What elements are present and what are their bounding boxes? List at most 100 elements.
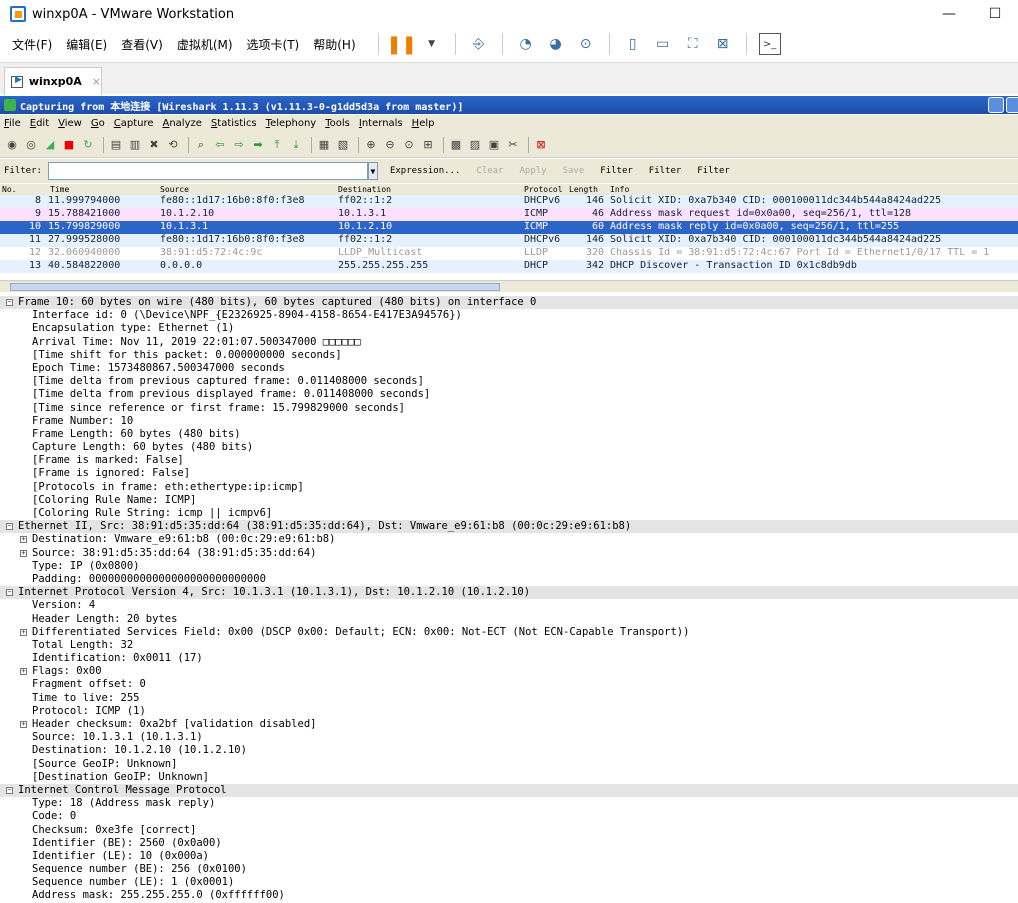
tree-field[interactable]: Capture Length: 60 bytes (480 bits) [0,441,1018,454]
menu-file[interactable]: 文件(F) [12,36,52,53]
tree-field[interactable]: + Differentiated Services Field: 0x00 (DS… [0,626,1018,639]
tree-field[interactable]: Encapsulation type: Ethernet (1) [0,322,1018,335]
collapse-icon[interactable]: − [6,786,13,794]
library-icon[interactable]: ▯ [622,33,644,55]
tree-field[interactable]: Protocol: ICMP (1) [0,705,1018,718]
horizontal-scrollbar[interactable] [0,280,1018,292]
go-to-packet-icon[interactable]: ➡ [250,137,266,153]
packet-row[interactable]: 10 15.799829000 10.1.3.1 10.1.2.10 ICMP 60 Add… [0,221,1018,234]
tree-field[interactable]: Padding: 0000000000000000000000000000 [0,573,1018,586]
tree-field[interactable]: Identifier (BE): 2560 (0x0a00) [0,837,1018,850]
tab-winxp0a[interactable]: winxp0A × [4,67,102,95]
tree-field[interactable]: Identifier (LE): 10 (0x000a) [0,850,1018,863]
tree-field[interactable]: [Source GeoIP: Unknown] [0,758,1018,771]
start-capture-icon[interactable]: ◢ [42,137,58,153]
menu-tabs[interactable]: 选项卡(T) [247,36,300,53]
tree-field[interactable]: Address mask: 255.255.255.0 (0xffffff00) [0,889,1018,902]
thumbnail-icon[interactable]: ▭ [652,33,674,55]
menu-statistics[interactable]: Statistics [211,118,257,129]
tree-field[interactable]: Identification: 0x0011 (17) [0,652,1018,665]
expand-icon[interactable]: + [20,549,27,557]
open-file-icon[interactable]: ▤ [108,137,124,153]
minimize-button[interactable] [988,97,1004,113]
scrollbar-thumb[interactable] [10,283,500,291]
expression-button[interactable]: Expression... [390,166,460,176]
tree-field[interactable]: Version: 4 [0,599,1018,612]
menu-analyze[interactable]: Analyze [163,118,202,129]
minimize-button[interactable]: — [926,0,972,28]
menu-view[interactable]: 查看(V) [121,36,163,53]
tree-field[interactable]: + Source: 38:91:d5:35:dd:64 (38:91:d5:35:… [0,547,1018,560]
tree-field[interactable]: Type: 18 (Address mask reply) [0,797,1018,810]
apply-button[interactable]: Apply [519,166,546,176]
close-file-icon[interactable]: ✖ [146,137,162,153]
collapse-icon[interactable]: − [6,589,13,597]
tree-field[interactable]: [Protocols in frame: eth:ethertype:ip:ic… [0,481,1018,494]
snapshot-icon[interactable]: ◔ [515,33,537,55]
find-packet-icon[interactable]: ⌕ [193,137,209,153]
preferences-icon[interactable]: ✂ [505,137,521,153]
tree-field[interactable]: [Coloring Rule Name: ICMP] [0,494,1018,507]
menu-vm[interactable]: 虚拟机(M) [177,36,233,53]
filter-button[interactable]: Filter [600,166,633,176]
packet-row[interactable]: 12 32.060940000 38:91:d5:72:4c:9c LLDP_Mult… [0,247,1018,260]
column-source[interactable]: Source [160,185,189,194]
tree-field[interactable]: Code: 0 [0,810,1018,823]
reload-icon[interactable]: ⟲ [165,137,181,153]
tree-section[interactable]: − Frame 10: 60 bytes on wire (480 bits), … [0,296,1018,310]
auto-scroll-icon[interactable]: ▧ [335,137,351,153]
restart-capture-icon[interactable]: ↻ [80,137,96,153]
tree-field[interactable]: Header Length: 20 bytes [0,613,1018,626]
tree-field[interactable]: Frame Number: 10 [0,415,1018,428]
column-protocol[interactable]: Protocol [524,185,563,194]
save-file-icon[interactable]: ▥ [127,137,143,153]
filter-button[interactable]: Filter [649,166,682,176]
menu-tools[interactable]: Tools [325,118,350,129]
menu-help[interactable]: 帮助(H) [313,36,355,53]
tree-field[interactable]: Fragment offset: 0 [0,678,1018,691]
tree-field[interactable]: Type: IP (0x0800) [0,560,1018,573]
colorize-icon[interactable]: ▦ [316,137,332,153]
maximize-button[interactable]: ☐ [972,0,1018,28]
expand-icon[interactable]: + [20,721,27,728]
packet-row[interactable]: 8 11.999794000 fe80::1d17:16b0:8f0:f3e8 ff0… [0,195,1018,208]
column-time[interactable]: Time [50,185,69,194]
menu-capture[interactable]: Capture [114,118,154,129]
filter-button[interactable]: Filter [697,166,730,176]
tree-field[interactable]: + Destination: Vmware_e9:61:b8 (00:0c:29:… [0,533,1018,546]
tree-field[interactable]: + Flags: 0x00 [0,665,1018,678]
help-icon[interactable]: ⊠ [533,137,549,153]
collapse-icon[interactable]: − [6,299,13,306]
menu-edit[interactable]: Edit [30,118,49,129]
tree-field[interactable]: [Time since reference or first frame: 15… [0,402,1018,415]
tree-field[interactable]: Checksum: 0xe3fe [correct] [0,824,1018,837]
column-no[interactable]: No. [2,185,16,194]
first-packet-icon[interactable]: ⤒ [269,137,285,153]
menu-go[interactable]: Go [91,118,105,129]
menu-file[interactable]: File [4,118,21,129]
save-button[interactable]: Save [563,166,585,176]
snapshot-manager-icon[interactable]: ⊙ [575,33,597,55]
expand-icon[interactable]: + [20,668,27,676]
zoom-in-icon[interactable]: ⊕ [363,137,379,153]
normal-size-icon[interactable]: ⊙ [401,137,417,153]
packet-list[interactable]: 8 11.999794000 fe80::1d17:16b0:8f0:f3e8 ff0… [0,195,1018,279]
menu-help[interactable]: Help [412,118,435,129]
packet-row[interactable]: 13 40.584822000 0.0.0.0 255.255.255.255 DHCP… [0,260,1018,273]
tree-field[interactable]: Time to live: 255 [0,692,1018,705]
column-length[interactable]: Length [569,185,598,194]
packet-details-tree[interactable]: − Frame 10: 60 bytes on wire (480 bits), … [0,296,1018,903]
fullscreen-icon[interactable]: ⛶ [682,33,704,55]
tree-field[interactable]: Sequence number (BE): 256 (0x0100) [0,863,1018,876]
zoom-out-icon[interactable]: ⊖ [382,137,398,153]
clear-button[interactable]: Clear [476,166,503,176]
tree-field[interactable]: [Time delta from previous captured frame… [0,375,1018,388]
options-icon[interactable]: ◎ [23,137,39,153]
stop-capture-icon[interactable]: ■ [61,137,77,153]
column-destination[interactable]: Destination [338,185,391,194]
tree-field[interactable]: Destination: 10.1.2.10 (10.1.2.10) [0,744,1018,757]
menu-edit[interactable]: 编辑(E) [66,36,107,53]
last-packet-icon[interactable]: ⤓ [288,137,304,153]
tree-field[interactable]: [Frame is marked: False] [0,454,1018,467]
pause-icon[interactable]: ❚❚ [387,33,417,55]
